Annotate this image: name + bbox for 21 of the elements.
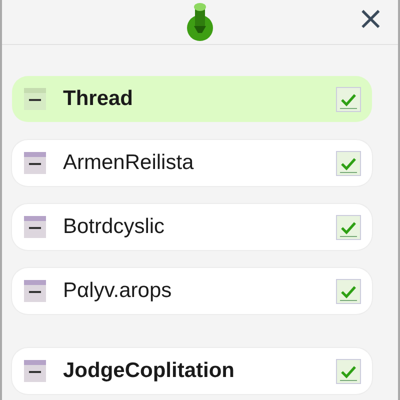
list-item[interactable]: Thread <box>12 76 372 122</box>
list-item[interactable]: Botrdcyslic <box>12 204 372 250</box>
item-label: ArmenReilista <box>63 151 195 175</box>
window-icon <box>24 88 46 110</box>
checkbox[interactable] <box>336 214 361 240</box>
checkbox[interactable] <box>336 278 361 304</box>
list-item[interactable]: ArmenReilista <box>12 140 372 186</box>
window-icon <box>24 360 46 382</box>
close-button[interactable]: × <box>353 2 388 34</box>
list-item[interactable]: JodgeCoplitation <box>12 348 372 394</box>
checkbox[interactable] <box>336 150 361 176</box>
item-label: JodgeCoplitation <box>63 359 236 383</box>
window-icon <box>24 216 46 238</box>
item-label: Pαlyv.arops <box>63 279 173 303</box>
checkbox[interactable] <box>336 358 361 384</box>
window-icon <box>24 152 46 174</box>
item-label: Thread <box>63 87 134 111</box>
item-label: Botrdcyslic <box>63 215 166 239</box>
list-item[interactable]: Pαlyv.arops <box>12 268 372 314</box>
window-icon <box>24 280 46 302</box>
checkbox[interactable] <box>336 86 361 112</box>
